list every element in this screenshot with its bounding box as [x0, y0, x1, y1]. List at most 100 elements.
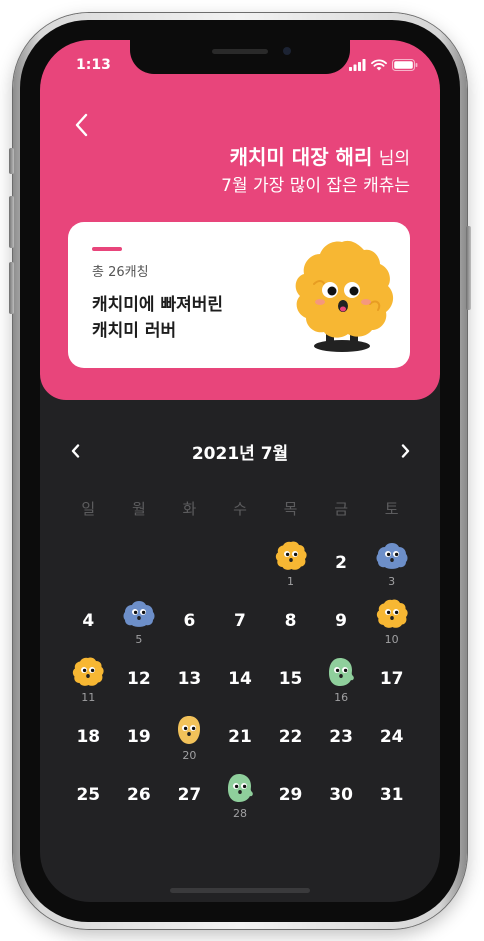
- calendar-day-number: 14: [228, 669, 252, 689]
- calendar-day-number: 27: [177, 785, 202, 805]
- back-button[interactable]: [66, 110, 96, 140]
- calendar-day-number: 1: [287, 575, 295, 588]
- calendar-day-number: 9: [335, 611, 348, 631]
- calendar-day-cell[interactable]: 13: [164, 653, 215, 711]
- calendar-day-cell: [164, 537, 215, 595]
- mascot-blue-icon: [123, 601, 155, 627]
- calendar-week-row: 4 5 6 7 8 9 10: [63, 595, 417, 653]
- catch-count: 총 26캐칭: [92, 265, 149, 280]
- calendar-day-cell[interactable]: 16: [316, 653, 367, 711]
- next-month-button[interactable]: [394, 440, 416, 462]
- calendar-day-cell[interactable]: 9: [316, 595, 367, 653]
- calendar-day-cell[interactable]: 22: [265, 711, 316, 769]
- card-title-line2: 캐치미 러버: [92, 321, 177, 341]
- side-button-volume-down: [9, 262, 14, 314]
- calendar-day-cell[interactable]: 11: [63, 653, 114, 711]
- calendar-day-number: 4: [82, 611, 95, 631]
- calendar-day-cell[interactable]: 23: [316, 711, 367, 769]
- calendar-day-cell[interactable]: 25: [63, 769, 114, 827]
- calendar-day-number: 20: [182, 749, 197, 762]
- mascot-orange-icon: [295, 240, 394, 352]
- mascot-orange-icon: [73, 657, 104, 686]
- calendar-day-cell[interactable]: 6: [164, 595, 215, 653]
- weekday-label: 금: [334, 500, 348, 518]
- calendar-day-cell[interactable]: 2: [316, 537, 367, 595]
- calendar-day-cell[interactable]: 28: [215, 769, 266, 827]
- user-name-suffix: 님의: [378, 149, 410, 169]
- calendar-day-number: 23: [329, 727, 353, 747]
- calendar-day-number: 29: [278, 785, 303, 805]
- calendar-day-cell[interactable]: 29: [265, 769, 316, 827]
- mascot-orange-icon: [376, 599, 408, 628]
- calendar-day-cell[interactable]: 15: [265, 653, 316, 711]
- weekday-label: 수: [233, 500, 247, 518]
- calendar-day-cell[interactable]: 21: [215, 711, 266, 769]
- calendar-day-cell[interactable]: 20: [164, 711, 215, 769]
- calendar-day-cell[interactable]: 12: [114, 653, 165, 711]
- camera-notch: [130, 40, 350, 74]
- mascot-blue-icon: [376, 543, 408, 569]
- calendar-day-cell[interactable]: 7: [215, 595, 266, 653]
- calendar-day-cell[interactable]: 31: [366, 769, 417, 827]
- card-title: 캐치미에 빠져버린 캐치미 러버: [92, 292, 223, 344]
- calendar-day-number: 28: [232, 807, 247, 820]
- calendar-day-cell[interactable]: 8: [265, 595, 316, 653]
- calendar-day-number: 2: [335, 553, 348, 573]
- side-button-silent: [9, 148, 14, 174]
- calendar-day-cell: [63, 537, 114, 595]
- calendar-day-cell[interactable]: 19: [114, 711, 165, 769]
- mascot-green-icon: [329, 658, 354, 686]
- calendar-day-number: 17: [379, 669, 404, 689]
- calendar-day-cell[interactable]: 27: [164, 769, 215, 827]
- headline-subtitle: 7월 가장 많이 잡은 캐츄는: [221, 176, 410, 196]
- side-button-power: [466, 226, 471, 310]
- calendar-day-number: 31: [379, 785, 404, 805]
- calendar-day-cell[interactable]: 3: [366, 537, 417, 595]
- calendar-day-number: 25: [76, 785, 101, 805]
- calendar-day-number: 11: [81, 691, 96, 704]
- calendar-day-cell[interactable]: 4: [63, 595, 114, 653]
- calendar-day-cell[interactable]: 26: [114, 769, 165, 827]
- calendar-day-cell[interactable]: 24: [366, 711, 417, 769]
- header-banner: 1:13 캐치미 대장 해리 님의 7월 가장 많이 잡은 캐츄는 총 26캐칭…: [40, 40, 440, 400]
- calendar-day-cell[interactable]: 30: [316, 769, 367, 827]
- calendar-month-title: 2021년 7월: [191, 444, 289, 464]
- calendar-week-row: 18 19 20 21 22 23 24: [63, 711, 417, 769]
- calendar-day-number: 5: [135, 633, 143, 646]
- calendar-day-cell[interactable]: 5: [114, 595, 165, 653]
- chevron-right-icon: [401, 444, 409, 458]
- result-card: 총 26캐칭 캐치미에 빠져버린 캐치미 러버: [68, 222, 410, 368]
- calendar-day-cell[interactable]: 1: [265, 537, 316, 595]
- calendar-day-number: 16: [334, 691, 349, 704]
- calendar-day-cell[interactable]: 10: [366, 595, 417, 653]
- calendar-day-number: 3: [388, 575, 396, 588]
- calendar-day-number: 15: [278, 669, 303, 689]
- chevron-left-icon: [75, 113, 88, 137]
- weekday-label: 화: [182, 500, 197, 518]
- card-accent-bar: [92, 247, 122, 251]
- calendar-day-number: 30: [329, 785, 353, 805]
- weekday-label: 토: [384, 500, 399, 518]
- calendar-week-row: 1 2 3: [63, 537, 417, 595]
- mascot-yellow-icon: [178, 716, 201, 744]
- status-icons: [349, 58, 418, 72]
- calendar-day-number: 8: [284, 611, 297, 631]
- side-button-volume-up: [9, 196, 14, 248]
- calendar-day-cell[interactable]: 18: [63, 711, 114, 769]
- calendar-day-number: 18: [76, 727, 101, 747]
- calendar-day-number: 10: [384, 633, 399, 646]
- battery-icon: [392, 59, 418, 71]
- calendar-day-number: 21: [228, 727, 252, 747]
- calendar-day-number: 19: [127, 727, 151, 747]
- headline-line1: 캐치미 대장 해리 님의: [221, 144, 410, 173]
- mascot-green-icon: [227, 774, 253, 802]
- user-name: 캐치미 대장 해리: [229, 145, 373, 169]
- weekday-label: 월: [131, 500, 146, 518]
- calendar-day-cell[interactable]: 17: [366, 653, 417, 711]
- calendar-day-cell[interactable]: 14: [215, 653, 266, 711]
- weekday-header: 일 월 화 수 목 금 토: [63, 498, 417, 519]
- weekday-label: 목: [283, 500, 298, 518]
- calendar-grid: 1 2 3 4 5 6 7 8 9 10 11 12 13 14 15 16 17 18 19 20 21 22 23 24 2…: [63, 537, 417, 827]
- calendar-nav: 2021년 7월: [40, 438, 440, 464]
- mascot-orange-icon: [275, 541, 307, 570]
